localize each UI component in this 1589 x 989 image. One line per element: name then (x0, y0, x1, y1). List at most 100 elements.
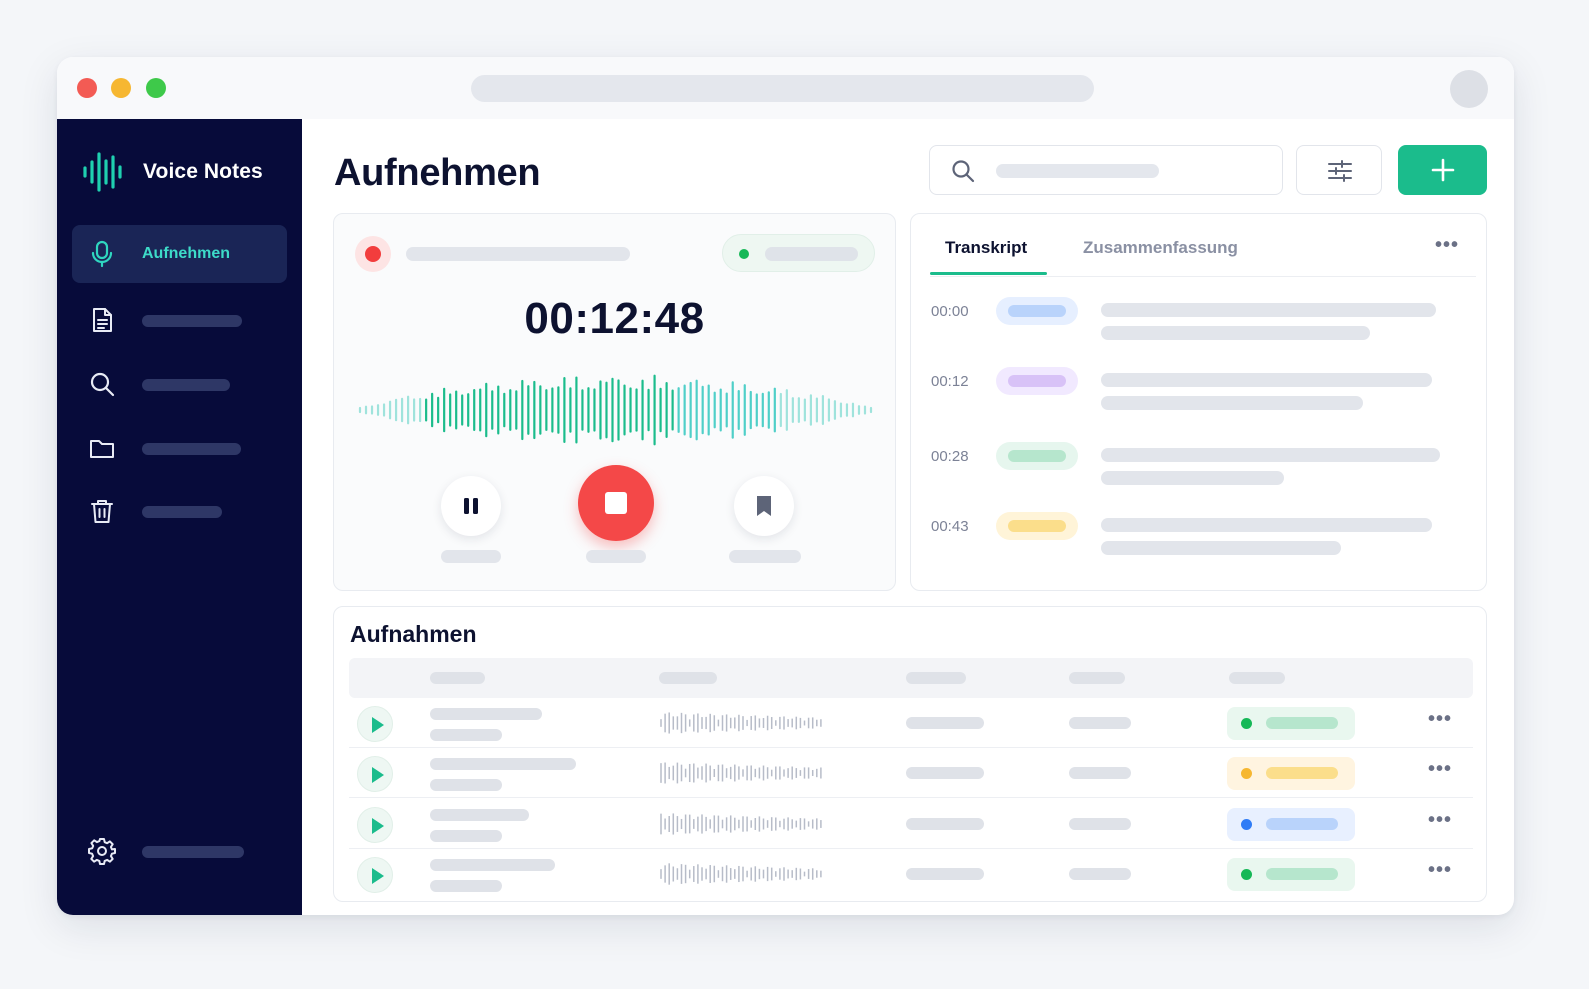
column-header[interactable] (430, 672, 485, 684)
table-row[interactable]: ••• (349, 748, 1473, 798)
title-placeholder (430, 809, 529, 821)
sidebar-item-placeholder (142, 379, 230, 391)
sidebar-item-aufnehmen[interactable]: Aufnehmen (72, 225, 287, 283)
sidebar-item-documents[interactable] (72, 291, 287, 349)
transcript-entry[interactable]: 00:28 (911, 442, 1486, 502)
speaker-chip (996, 297, 1078, 325)
sidebar-item-placeholder (142, 506, 222, 518)
app-window: Voice Notes Aufnehmen Aufnehmen 00:12:48… (57, 57, 1514, 915)
avatar[interactable] (1450, 70, 1488, 108)
text-placeholder (1101, 373, 1432, 387)
tab-zusammenfassung[interactable]: Zusammenfassung (1083, 238, 1238, 258)
column-header[interactable] (1069, 672, 1125, 684)
duration-placeholder (906, 717, 984, 729)
title-placeholder (430, 859, 555, 871)
pause-icon (464, 498, 478, 514)
timestamp: 00:28 (931, 448, 969, 465)
pause-button[interactable] (441, 476, 501, 536)
status-badge (1227, 808, 1355, 841)
bookmark-button[interactable] (734, 476, 794, 536)
trash-icon (91, 500, 113, 523)
more-options-icon[interactable]: ••• (1428, 859, 1452, 882)
more-options-icon[interactable]: ••• (1428, 758, 1452, 781)
sidebar-item-label: Aufnehmen (142, 245, 230, 262)
bookmark-icon (757, 496, 771, 516)
bookmark-label-placeholder (729, 550, 801, 563)
search-icon (90, 372, 115, 397)
tab-transkript[interactable]: Transkript (945, 238, 1027, 258)
column-header[interactable] (906, 672, 966, 684)
sidebar-item-placeholder (142, 315, 242, 327)
transcript-entry[interactable]: 00:12 (911, 367, 1486, 427)
sidebar-item-placeholder (142, 443, 241, 455)
table-row[interactable]: ••• (349, 698, 1473, 748)
sidebar-item-folders[interactable] (72, 419, 287, 477)
mini-waveform (660, 863, 822, 885)
section-title: Aufnahmen (350, 621, 477, 647)
table-row[interactable]: ••• (349, 799, 1473, 849)
date-placeholder (1069, 767, 1131, 779)
close-window-button[interactable] (77, 78, 97, 98)
maximize-window-button[interactable] (146, 78, 166, 98)
play-button[interactable] (357, 706, 393, 742)
address-bar[interactable] (471, 75, 1094, 102)
transcript-panel: Transkript Zusammenfassung ••• 00:00 00:… (910, 213, 1487, 591)
date-placeholder (1069, 868, 1131, 880)
column-header[interactable] (659, 672, 717, 684)
mini-waveform (660, 813, 822, 835)
subtitle-placeholder (430, 880, 502, 892)
more-options-icon[interactable]: ••• (1428, 708, 1452, 731)
text-placeholder (1101, 471, 1284, 485)
play-button[interactable] (357, 857, 393, 893)
play-button[interactable] (357, 807, 393, 843)
divider (930, 276, 1476, 277)
recorder-panel: 00:12:48 (333, 213, 896, 591)
minimize-window-button[interactable] (111, 78, 131, 98)
text-placeholder (1101, 518, 1432, 532)
timestamp: 00:43 (931, 518, 969, 535)
text-placeholder (1101, 303, 1436, 317)
sliders-icon (1328, 160, 1352, 182)
duration-placeholder (906, 767, 984, 779)
stop-label-placeholder (586, 550, 646, 563)
brand: Voice Notes (81, 152, 263, 192)
title-placeholder (430, 758, 576, 770)
add-button[interactable] (1398, 145, 1487, 195)
timestamp: 00:00 (931, 303, 969, 320)
more-options-icon[interactable]: ••• (1428, 809, 1452, 832)
sidebar-item-trash[interactable] (72, 482, 287, 540)
table-header (349, 658, 1473, 698)
column-header[interactable] (1229, 672, 1285, 684)
sidebar-item-settings[interactable] (72, 822, 287, 880)
sidebar: Voice Notes Aufnehmen (57, 119, 302, 915)
pause-label-placeholder (441, 550, 501, 563)
mic-icon (91, 240, 113, 268)
document-icon (93, 308, 112, 332)
transcript-entry[interactable]: 00:00 (911, 297, 1486, 357)
duration-placeholder (906, 868, 984, 880)
mini-waveform (660, 762, 822, 784)
play-button[interactable] (357, 756, 393, 792)
subtitle-placeholder (430, 729, 502, 741)
waveform-visualizer (358, 374, 873, 446)
duration-placeholder (906, 818, 984, 830)
search-input[interactable] (929, 145, 1283, 195)
search-placeholder (996, 164, 1159, 178)
stop-button[interactable] (578, 465, 654, 541)
transcript-entry[interactable]: 00:43 (911, 512, 1486, 572)
page-title: Aufnehmen (334, 152, 541, 194)
recordings-table: Aufnahmen ••• ••• ••• ••• (333, 606, 1487, 902)
status-badge (1227, 858, 1355, 891)
more-options-icon[interactable]: ••• (1435, 234, 1459, 257)
title-placeholder (430, 708, 542, 720)
title-bar (57, 57, 1514, 119)
table-row[interactable]: ••• (349, 849, 1473, 899)
text-placeholder (1101, 326, 1370, 340)
text-placeholder (1101, 396, 1363, 410)
date-placeholder (1069, 818, 1131, 830)
status-badge (1227, 707, 1355, 740)
mini-waveform (660, 712, 822, 734)
sidebar-item-search[interactable] (72, 355, 287, 413)
gear-icon (88, 838, 116, 865)
filter-button[interactable] (1296, 145, 1382, 195)
